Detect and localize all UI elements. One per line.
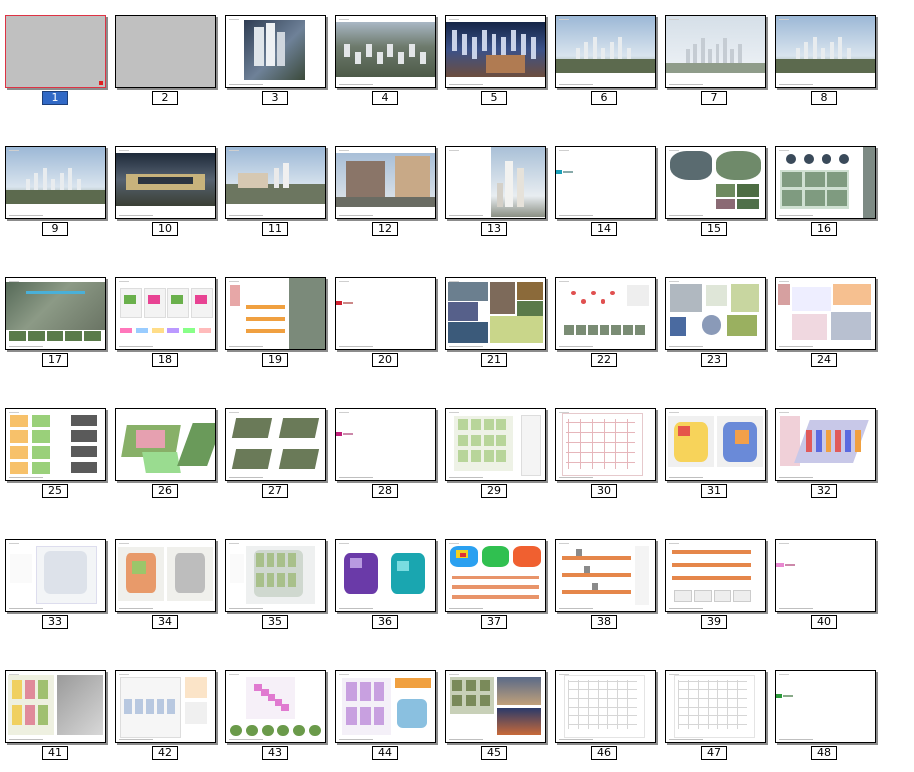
slide-thumbnail-24[interactable]: [775, 277, 876, 350]
slide-number-label[interactable]: 9: [42, 222, 68, 236]
slide-number-label[interactable]: 47: [701, 746, 727, 760]
slide-thumbnail-29[interactable]: [445, 408, 546, 481]
slide-number-label[interactable]: 33: [42, 615, 68, 629]
slide-thumbnail-15[interactable]: [665, 146, 766, 219]
slide-number-label[interactable]: 34: [152, 615, 178, 629]
slide-thumbnail-44[interactable]: [335, 670, 436, 743]
slide-thumbnail-37[interactable]: [445, 539, 546, 612]
slide-number-label[interactable]: 13: [481, 222, 507, 236]
slide-number-label[interactable]: 27: [262, 484, 288, 498]
slide-number-label[interactable]: 12: [372, 222, 398, 236]
slide-number-label[interactable]: 4: [372, 91, 398, 105]
slide-thumbnail-47[interactable]: [665, 670, 766, 743]
slide-thumbnail-19[interactable]: [225, 277, 326, 350]
slide-number-label[interactable]: 38: [591, 615, 617, 629]
slide-thumbnail-36[interactable]: [335, 539, 436, 612]
slide-thumbnail-34[interactable]: [115, 539, 216, 612]
slide-number-label[interactable]: 35: [262, 615, 288, 629]
slide-thumbnail-17[interactable]: [5, 277, 106, 350]
slide-thumbnail-4[interactable]: [335, 15, 436, 88]
slide-number-label[interactable]: 3: [262, 91, 288, 105]
slide-thumbnail-11[interactable]: [225, 146, 326, 219]
slide-number-label[interactable]: 24: [811, 353, 837, 367]
slide-thumbnail-25[interactable]: [5, 408, 106, 481]
slide-thumbnail-23[interactable]: [665, 277, 766, 350]
slide-number-label[interactable]: 11: [262, 222, 288, 236]
slide-thumbnail-7[interactable]: [665, 15, 766, 88]
slide-thumbnail-22[interactable]: [555, 277, 656, 350]
slide-number-label[interactable]: 16: [811, 222, 837, 236]
slide-number-label[interactable]: 17: [42, 353, 68, 367]
slide-number-label[interactable]: 21: [481, 353, 507, 367]
slide-number-label[interactable]: 15: [701, 222, 727, 236]
slide-number-label[interactable]: 26: [152, 484, 178, 498]
slide-thumbnail-27[interactable]: [225, 408, 326, 481]
slide-number-label[interactable]: 14: [591, 222, 617, 236]
slide-number-label[interactable]: 37: [481, 615, 507, 629]
slide-number-label[interactable]: 39: [701, 615, 727, 629]
slide-thumbnail-33[interactable]: [5, 539, 106, 612]
slide-thumbnail-6[interactable]: [555, 15, 656, 88]
slide-thumbnail-12[interactable]: [335, 146, 436, 219]
slide-thumbnail-10[interactable]: [115, 146, 216, 219]
slide-number-label[interactable]: 23: [701, 353, 727, 367]
slide-number-label[interactable]: 36: [372, 615, 398, 629]
slide-thumbnail-5[interactable]: [445, 15, 546, 88]
slide-number-label[interactable]: 2: [152, 91, 178, 105]
slide-thumbnail-46[interactable]: [555, 670, 656, 743]
slide-thumbnail-31[interactable]: [665, 408, 766, 481]
slide-number-label[interactable]: 45: [481, 746, 507, 760]
slide-thumbnail-18[interactable]: [115, 277, 216, 350]
slide-thumbnail-2[interactable]: [115, 15, 216, 88]
slide-number-label[interactable]: 22: [591, 353, 617, 367]
slide-number-label[interactable]: 20: [372, 353, 398, 367]
slide-number-label[interactable]: 7: [701, 91, 727, 105]
slide-number-label[interactable]: 19: [262, 353, 288, 367]
slide-thumbnail-41[interactable]: [5, 670, 106, 743]
slide-number-label[interactable]: 10: [152, 222, 178, 236]
slide-thumbnail-21[interactable]: [445, 277, 546, 350]
slide-thumbnail-26[interactable]: [115, 408, 216, 481]
slide-thumbnail-3[interactable]: [225, 15, 326, 88]
slide-thumbnail-42[interactable]: [115, 670, 216, 743]
slide-number-label[interactable]: 5: [481, 91, 507, 105]
slide-thumbnail-28[interactable]: [335, 408, 436, 481]
slide-number-label[interactable]: 6: [591, 91, 617, 105]
slide-number-label[interactable]: 46: [591, 746, 617, 760]
slide-number-label[interactable]: 48: [811, 746, 837, 760]
slide-number-label[interactable]: 18: [152, 353, 178, 367]
slide-number-label[interactable]: 40: [811, 615, 837, 629]
slide-thumbnail-39[interactable]: [665, 539, 766, 612]
slide-number-label[interactable]: 41: [42, 746, 68, 760]
slide-number-label[interactable]: 44: [372, 746, 398, 760]
slide-number-label[interactable]: 30: [591, 484, 617, 498]
slide-thumbnail-32[interactable]: [775, 408, 876, 481]
slide-thumbnail-48[interactable]: [775, 670, 876, 743]
slide-thumbnail-35[interactable]: [225, 539, 326, 612]
slide-thumbnail-8[interactable]: [775, 15, 876, 88]
slide-thumbnail-13[interactable]: [445, 146, 546, 219]
slide-number-label[interactable]: 25: [42, 484, 68, 498]
slide-number-label[interactable]: 1: [42, 91, 68, 105]
slide-number-label[interactable]: 43: [262, 746, 288, 760]
slide-thumbnail-40[interactable]: [775, 539, 876, 612]
slide-number-label[interactable]: 28: [372, 484, 398, 498]
slide-number-label[interactable]: 42: [152, 746, 178, 760]
slide-thumbnail-9[interactable]: [5, 146, 106, 219]
slide-thumbnail-1[interactable]: [5, 15, 106, 88]
slide-number-label[interactable]: 31: [701, 484, 727, 498]
slide-thumbnail-38[interactable]: [555, 539, 656, 612]
slide-thumbnail-30[interactable]: [555, 408, 656, 481]
slide-thumbnail-20[interactable]: [335, 277, 436, 350]
slide-thumbnail-43[interactable]: [225, 670, 326, 743]
slide-number-label[interactable]: 32: [811, 484, 837, 498]
slide-thumbnail-45[interactable]: [445, 670, 546, 743]
slide-thumbnail-16[interactable]: [775, 146, 876, 219]
slide-thumbnail-14[interactable]: [555, 146, 656, 219]
selection-marker: [99, 81, 103, 85]
slide-number-label[interactable]: 29: [481, 484, 507, 498]
slide-number-label[interactable]: 8: [811, 91, 837, 105]
